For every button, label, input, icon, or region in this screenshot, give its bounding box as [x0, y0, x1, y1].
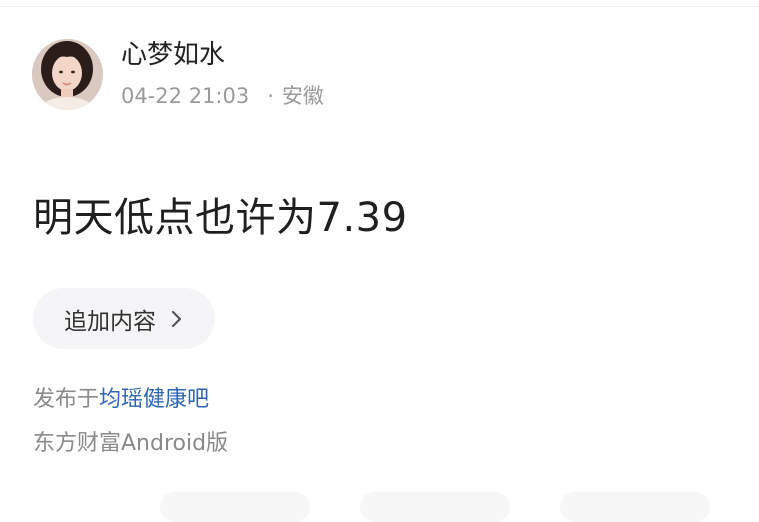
meta-separator: ·	[267, 84, 274, 108]
post-location: 安徽	[281, 84, 324, 108]
published-prefix: 发布于	[33, 387, 100, 412]
append-content-label: 追加内容	[64, 308, 156, 335]
bottom-action-1[interactable]	[160, 492, 310, 522]
author-meta: 心梦如水 04-22 21:03 · 安徽	[121, 38, 324, 110]
bar-link[interactable]: 均瑶健康吧	[99, 387, 209, 412]
append-content-button[interactable]: 追加内容	[33, 288, 215, 349]
post-date: 04-22 21:03	[121, 84, 250, 108]
avatar-image	[32, 38, 103, 110]
post-meta: 04-22 21:03 · 安徽	[121, 82, 324, 110]
published-in: 发布于均瑶健康吧	[33, 383, 209, 417]
post-content: 明天低点也许为7.39	[33, 195, 408, 241]
post-header: 心梦如水 04-22 21:03 · 安徽	[32, 38, 324, 110]
author-name[interactable]: 心梦如水	[121, 38, 324, 72]
top-divider	[0, 6, 759, 7]
avatar[interactable]	[32, 38, 103, 110]
bottom-action-2[interactable]	[360, 492, 510, 522]
bottom-action-3[interactable]	[560, 492, 710, 522]
chevron-right-icon	[171, 310, 182, 327]
client-source: 东方财富Android版	[33, 431, 229, 456]
